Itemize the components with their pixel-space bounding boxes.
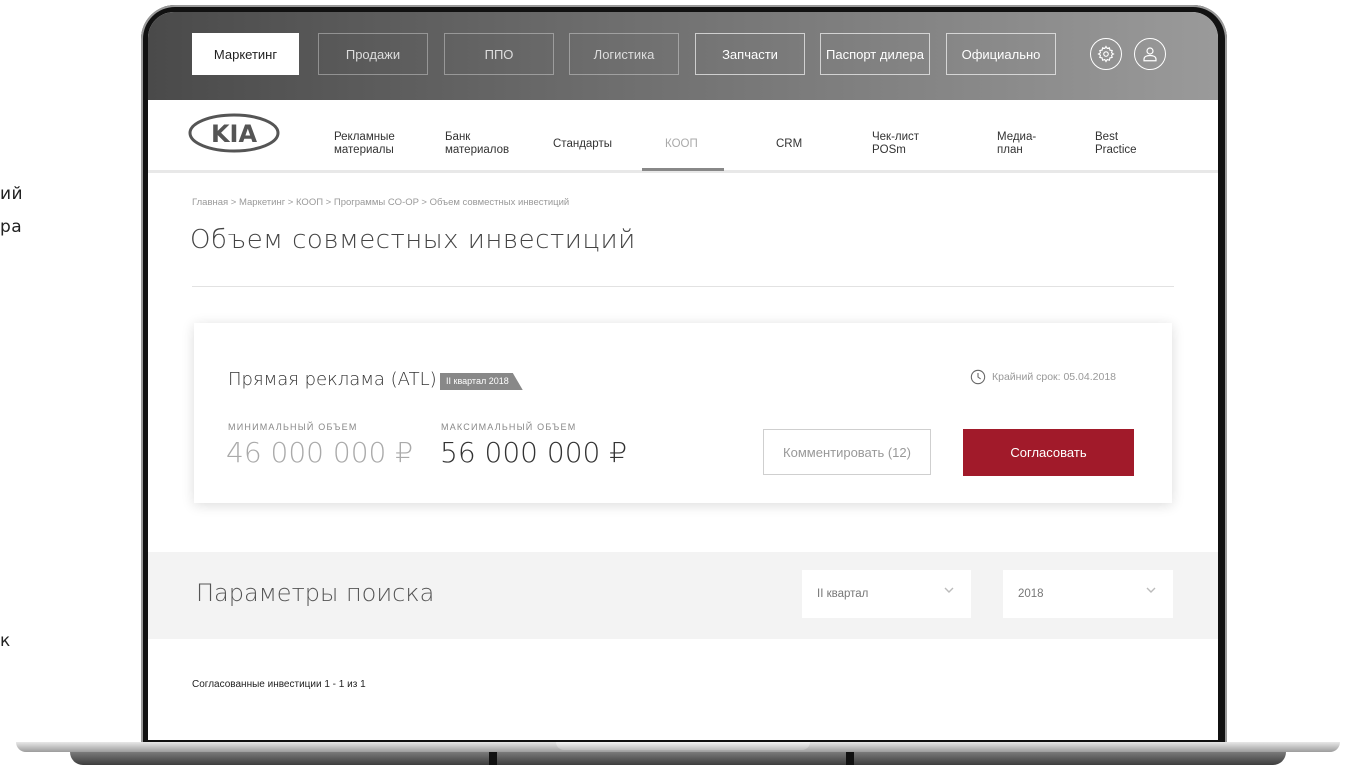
subnav-best-practice[interactable]: Best Practice — [1095, 131, 1137, 157]
tab-logistics[interactable]: Логистика — [569, 33, 679, 75]
max-volume-label: МАКСИМАЛЬНЫЙ ОБЪЕМ — [441, 422, 577, 432]
chevron-down-icon — [944, 587, 954, 593]
tab-parts[interactable]: Запчасти — [695, 33, 805, 75]
subnav-media-plan[interactable]: Медиа-план — [997, 131, 1036, 157]
comment-button[interactable]: Комментировать (12) — [763, 429, 931, 475]
active-tab-indicator — [642, 168, 724, 171]
tab-sales[interactable]: Продажи — [318, 33, 428, 75]
subnav-standards[interactable]: Стандарты — [553, 138, 612, 151]
subnav-ad-materials[interactable]: Рекламные материалы — [334, 131, 395, 157]
min-volume-label: МИНИМАЛЬНЫЙ ОБЪЕМ — [228, 422, 358, 432]
page-title: Объем совместных инвестиций — [190, 225, 636, 255]
top-navigation: Маркетинг Продажи ППО Логистика Запчасти… — [148, 12, 1218, 100]
year-select[interactable]: 2018 — [1003, 570, 1173, 618]
laptop-notch — [556, 742, 810, 750]
left-text-fragment-3: к — [0, 631, 11, 651]
settings-button[interactable] — [1090, 38, 1122, 70]
left-text-fragment-2: ра — [0, 217, 23, 237]
search-params-panel: Параметры поиска II квартал 2018 — [148, 552, 1218, 639]
subnav-crm[interactable]: CRM — [776, 138, 802, 151]
approve-button[interactable]: Согласовать — [963, 429, 1134, 476]
tab-marketing[interactable]: Маркетинг — [192, 33, 299, 75]
laptop-base — [0, 742, 1356, 765]
min-volume-value: 46 000 000 ₽ — [226, 436, 414, 469]
laptop-screen: Маркетинг Продажи ППО Логистика Запчасти… — [148, 12, 1218, 740]
breadcrumb[interactable]: Главная > Маркетинг > КООП > Программы C… — [192, 197, 569, 208]
tab-ppo[interactable]: ППО — [444, 33, 554, 75]
sub-navigation: KIA Рекламные материалы Банк материалов Ст… — [148, 100, 1218, 173]
svg-text:KIA: KIA — [211, 120, 258, 148]
card-title: Прямая реклама (ATL) — [228, 369, 437, 390]
divider — [192, 286, 1174, 287]
chevron-down-icon — [1146, 587, 1156, 593]
tab-dealer-passport[interactable]: Паспорт дилера — [820, 33, 930, 75]
max-volume-value: 56 000 000 ₽ — [440, 436, 628, 469]
deadline-text: Крайний срок: 05.04.2018 — [992, 371, 1117, 383]
results-count: Согласованные инвестиции 1 - 1 из 1 — [192, 679, 366, 690]
user-icon — [1143, 47, 1157, 62]
gear-icon — [1097, 45, 1115, 63]
subnav-materials-bank[interactable]: Банк материалов — [445, 131, 509, 157]
clock-icon — [970, 369, 986, 385]
search-title: Параметры поиска — [196, 579, 435, 607]
investment-card: Прямая реклама (ATL) II квартал 2018 Кра… — [194, 323, 1172, 503]
deadline: Крайний срок: 05.04.2018 — [970, 369, 1116, 385]
tab-official[interactable]: Официально — [946, 33, 1056, 75]
profile-button[interactable] — [1134, 38, 1166, 70]
quarter-select[interactable]: II квартал — [802, 570, 971, 618]
kia-logo[interactable]: KIA — [188, 113, 280, 153]
subnav-checklist-posm[interactable]: Чек-лист POSm — [872, 131, 919, 157]
quarter-badge: II квартал 2018 — [440, 373, 523, 390]
left-text-fragment-1: ий — [0, 184, 24, 204]
subnav-coop[interactable]: КООП — [665, 138, 698, 151]
